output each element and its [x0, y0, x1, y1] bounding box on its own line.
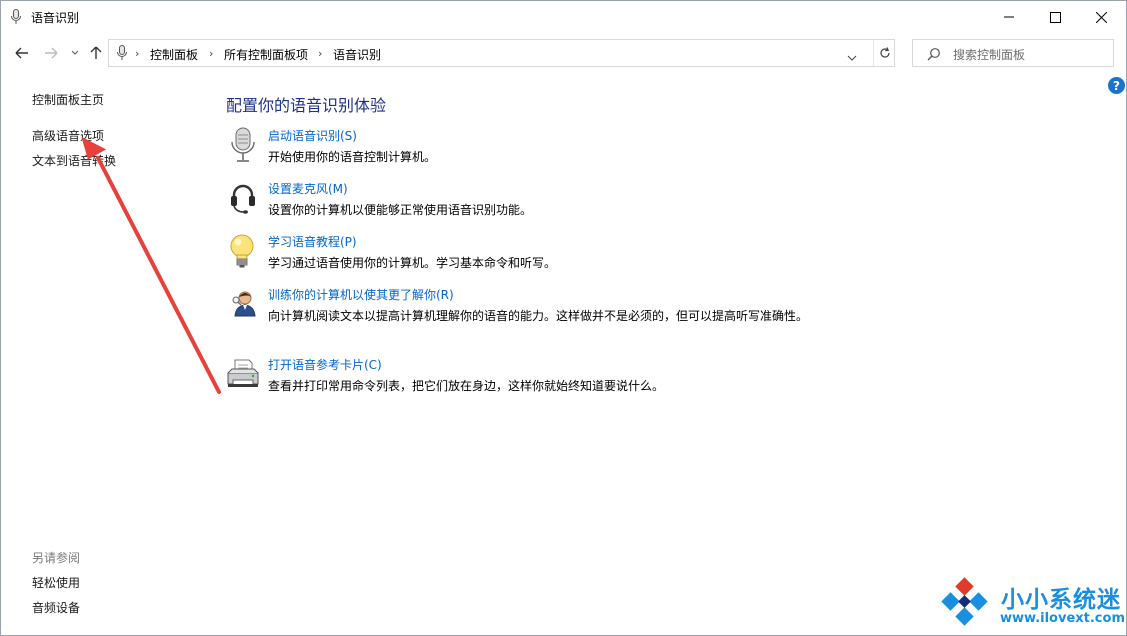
control-panel-window: 语音识别 › 控制面板 › 所有控制面板项 › 语音识别 搜索控制面板 ? 控制…: [0, 0, 1127, 636]
microphone-icon: [116, 45, 128, 65]
refresh-icon[interactable]: [873, 40, 896, 66]
search-input[interactable]: 搜索控制面板: [912, 39, 1114, 67]
microphone-icon: [10, 9, 22, 29]
microphone-icon: [226, 127, 260, 163]
up-arrow-icon[interactable]: [88, 45, 104, 61]
sidebar-link-text-to-speech[interactable]: 文本到语音转换: [32, 152, 116, 169]
back-arrow-icon[interactable]: [14, 45, 30, 61]
breadcrumb-speech-recognition[interactable]: 语音识别: [333, 46, 381, 63]
breadcrumb-control-panel[interactable]: 控制面板: [150, 46, 198, 63]
title-bar: 语音识别: [1, 1, 1126, 33]
recent-locations-chevron-icon[interactable]: [67, 45, 83, 61]
navigation-bar: › 控制面板 › 所有控制面板项 › 语音识别 搜索控制面板: [1, 37, 1126, 69]
minimize-button[interactable]: [986, 1, 1032, 33]
maximize-button[interactable]: [1032, 1, 1078, 33]
breadcrumb-all-items[interactable]: 所有控制面板项: [224, 46, 308, 63]
printer-icon: [226, 356, 260, 392]
breadcrumb-separator-icon[interactable]: ›: [135, 47, 139, 60]
search-placeholder: 搜索控制面板: [953, 48, 1026, 62]
breadcrumb-separator-icon[interactable]: ›: [318, 47, 322, 60]
sidebar-link-advanced-speech-options[interactable]: 高级语音选项: [32, 127, 104, 144]
task-description: 学习通过语音使用你的计算机。学习基本命令和听写。: [268, 256, 557, 270]
task-link[interactable]: 训练你的计算机以使其更了解你(R): [268, 286, 454, 303]
task-link[interactable]: 设置麦克风(M): [268, 180, 348, 197]
close-button[interactable]: [1078, 1, 1124, 33]
see-also-link-audio-devices[interactable]: 音频设备: [32, 599, 80, 616]
see-also-heading: 另请参阅: [32, 551, 81, 565]
headset-icon: [226, 180, 260, 216]
watermark-url: www.ilovext.com: [1000, 611, 1125, 626]
user-icon: [226, 286, 260, 322]
address-dropdown-chevron-icon[interactable]: [847, 47, 857, 66]
search-icon: [927, 46, 941, 65]
task-description: 设置你的计算机以便能够正常使用语音识别功能。: [268, 203, 533, 217]
watermark-logo-icon: [936, 577, 994, 635]
page-title: 配置你的语音识别体验: [226, 96, 387, 115]
task-description: 查看并打印常用命令列表，把它们放在身边，这样你就始终知道要说什么。: [268, 379, 665, 393]
task-description: 开始使用你的语音控制计算机。: [268, 150, 437, 164]
breadcrumb-separator-icon[interactable]: ›: [209, 47, 213, 60]
watermark-title: 小小系统迷: [1001, 587, 1121, 613]
task-link[interactable]: 启动语音识别(S): [268, 127, 357, 144]
lightbulb-icon: [226, 233, 260, 269]
help-icon[interactable]: ?: [1108, 77, 1125, 94]
forward-arrow-icon[interactable]: [43, 45, 59, 61]
see-also-link-ease-of-access[interactable]: 轻松使用: [32, 574, 80, 591]
task-link[interactable]: 打开语音参考卡片(C): [268, 356, 382, 373]
address-bar[interactable]: › 控制面板 › 所有控制面板项 › 语音识别: [108, 39, 895, 67]
sidebar-link-control-panel-home[interactable]: 控制面板主页: [32, 91, 104, 108]
task-description: 向计算机阅读文本以提高计算机理解你的语音的能力。这样做并不是必须的，但可以提高听…: [268, 309, 809, 323]
task-link[interactable]: 学习语音教程(P): [268, 233, 357, 250]
window-title: 语音识别: [31, 11, 80, 25]
